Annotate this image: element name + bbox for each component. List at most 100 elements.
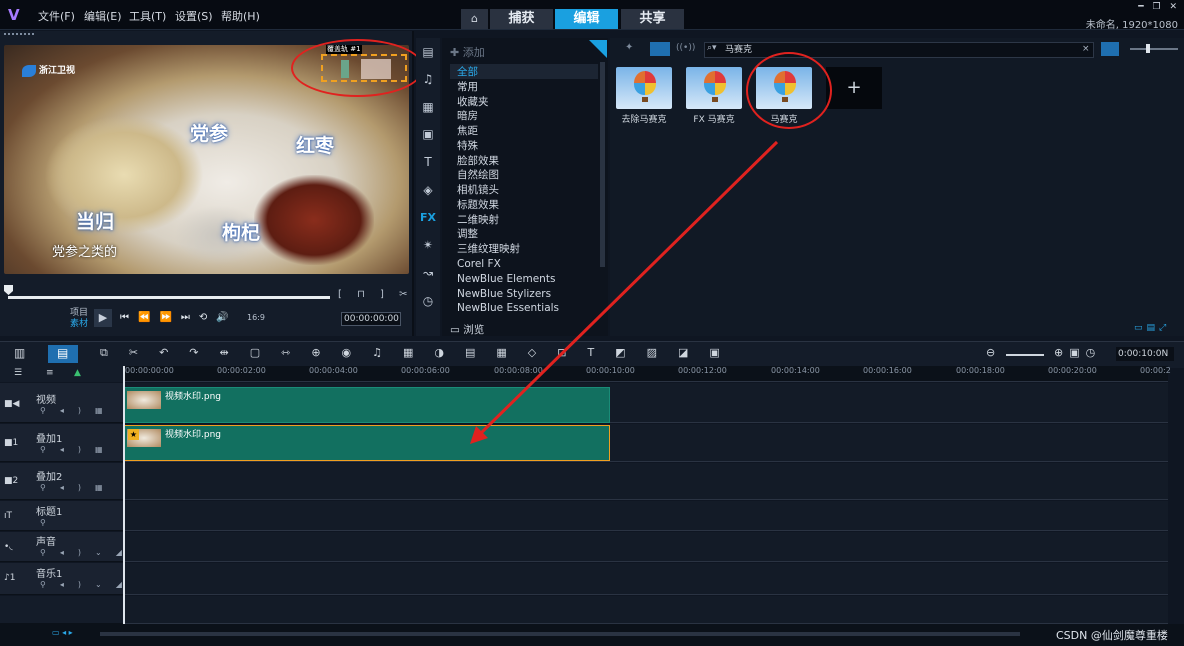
mode-switch[interactable]: 项目 素材 [70, 308, 88, 330]
category-item[interactable]: NewBlue Essentials [457, 301, 559, 315]
audio-filter-toggle[interactable]: ((•)) [676, 43, 695, 53]
timeline-tools[interactable]: ⧉✂↶↷⇹▢⇿⊕◉♫▦◑▤▦◇⊡T◩▨◪▣ [100, 346, 741, 360]
track-controls[interactable]: ⚲◂)⌄◢ [40, 580, 136, 589]
tab-share[interactable]: 共享 [621, 9, 684, 29]
track-lane-voice[interactable] [123, 532, 1168, 562]
view-mode-button[interactable] [1101, 42, 1119, 56]
graphic-icon[interactable]: ◈ [420, 182, 436, 198]
track-header-video[interactable]: ■◀ 视频 ⚲◂)▦ [0, 383, 123, 423]
ruler-tick: 00:00:10:00 [586, 366, 635, 375]
category-item[interactable]: 二维映射 [457, 213, 499, 227]
category-item[interactable]: NewBlue Stylizers [457, 287, 551, 301]
search-input[interactable]: 马赛克 [704, 42, 1094, 58]
clear-search-icon[interactable]: × [1082, 44, 1090, 54]
track-name: 视频 [36, 395, 56, 406]
track-header-music[interactable]: ♪1 音乐1 ⚲◂)⌄◢ [0, 563, 123, 595]
category-item[interactable]: 相机镜头 [457, 183, 499, 197]
track-controls[interactable]: ⚲◂)▦ [40, 483, 117, 492]
tab-edit[interactable]: 编辑 [555, 9, 618, 29]
category-item[interactable]: 自然绘图 [457, 168, 499, 182]
clip-name: 视频水印.png [165, 430, 221, 440]
track-controls[interactable]: ⚲ [40, 518, 60, 527]
menu-file[interactable]: 文件(F) [38, 8, 75, 24]
chapter-icon[interactable]: ≡ [46, 368, 54, 378]
transport-controls[interactable]: ⏮⏪⏩⏭⟲🔊 [120, 312, 238, 323]
video-filter-toggle[interactable] [650, 42, 670, 56]
timeline-ruler[interactable] [123, 366, 1168, 382]
cue-marker-icon[interactable]: ▲ [74, 368, 81, 378]
track-lane-title[interactable] [123, 501, 1168, 531]
zoom-slider[interactable] [1006, 354, 1044, 356]
transition-icon[interactable]: ▦ [420, 99, 436, 115]
menu-settings[interactable]: 设置(S) [175, 8, 213, 24]
category-scrollbar[interactable] [600, 62, 605, 267]
track-controls[interactable]: ⚲◂)⌄◢ [40, 548, 136, 557]
fx-icon[interactable]: FX [420, 210, 436, 226]
track-header-overlay2[interactable]: ■2 叠加2 ⚲◂)▦ [0, 463, 123, 500]
music-icon[interactable]: ♫ [420, 71, 436, 87]
effect-thumbnail[interactable] [616, 67, 672, 109]
effect-thumbnail[interactable] [686, 67, 742, 109]
thumbnail-size-slider[interactable] [1130, 48, 1178, 50]
category-item[interactable]: 焦距 [457, 124, 478, 138]
timecode-input[interactable]: 00:00:00:00 [341, 312, 401, 326]
fit-project-icon[interactable]: ▭ ◂ ▸ [52, 628, 73, 637]
path-icon[interactable]: ↝ [420, 265, 436, 281]
library-filter-icon[interactable]: ✦ [625, 42, 633, 53]
storyboard-view-icon[interactable]: ▥ [14, 346, 25, 360]
template-icon[interactable]: ▣ [420, 126, 436, 142]
library-view-options[interactable]: ▭▤⤢ [1134, 323, 1170, 333]
zoom-out-icon[interactable]: ⊖ [986, 346, 995, 359]
menu-edit[interactable]: 编辑(E) [84, 8, 122, 24]
track-lane-music[interactable] [123, 563, 1168, 595]
track-header-voice[interactable]: •◟ 声音 ⚲◂)⌄◢ [0, 532, 123, 562]
menu-tools[interactable]: 工具(T) [129, 8, 166, 24]
category-item[interactable]: 调整 [457, 227, 478, 241]
track-controls[interactable]: ⚲◂)▦ [40, 445, 117, 454]
aspect-ratio-select[interactable]: 16:9 [247, 313, 265, 322]
window-controls[interactable]: ━ ❐ ✕ [1138, 2, 1180, 12]
track-manager-icon[interactable]: ☰ [14, 368, 22, 378]
timeline-clip[interactable]: 视频水印.png [124, 387, 610, 423]
menu-help[interactable]: 帮助(H) [221, 8, 260, 24]
play-button[interactable]: ▶ [94, 309, 112, 327]
ruler-tick: 00:00:06:00 [401, 366, 450, 375]
project-label[interactable]: 项目 [70, 308, 88, 319]
category-item[interactable]: 特殊 [457, 139, 478, 153]
timeline-horizontal-scrollbar[interactable] [100, 632, 1020, 636]
timeline-clip[interactable]: ★ 视频水印.png [124, 425, 610, 461]
category-item[interactable]: 标题效果 [457, 198, 499, 212]
track-header-title[interactable]: ıT 标题1 ⚲ [0, 501, 123, 531]
tab-capture[interactable]: 捕获 [490, 9, 553, 29]
track-controls[interactable]: ⚲◂)▦ [40, 406, 117, 415]
timeline-vertical-scrollbar[interactable] [1169, 382, 1184, 624]
track-header-overlay1[interactable]: ■1 叠加1 ⚲◂)▦ [0, 424, 123, 462]
category-item[interactable]: Corel FX [457, 257, 501, 271]
thumbnail-size-knob[interactable] [1146, 44, 1150, 53]
home-icon[interactable]: ⌂ [461, 9, 488, 29]
category-item[interactable]: 三维纹理映射 [457, 242, 520, 256]
timeline-playhead[interactable] [123, 366, 125, 624]
category-item[interactable]: NewBlue Elements [457, 272, 555, 286]
timeline-timecode[interactable]: 0:00:10:0N [1116, 347, 1174, 361]
title-icon[interactable]: T [420, 154, 436, 170]
category-item[interactable]: 脸部效果 [457, 154, 499, 168]
clip-label[interactable]: 素材 [70, 319, 88, 329]
ruler-tick: 00:00:20:00 [1048, 366, 1097, 375]
category-item[interactable]: 暗房 [457, 109, 478, 123]
scrubber-bar[interactable] [8, 296, 330, 299]
add-effect-button[interactable]: + [826, 67, 882, 109]
particle-icon[interactable]: ✴ [420, 237, 436, 253]
media-icon[interactable]: ▤ [420, 44, 436, 60]
add-button[interactable]: ✚ 添加 [450, 44, 485, 60]
video-label: 红枣 [296, 135, 335, 157]
category-item[interactable]: 收藏夹 [457, 95, 489, 109]
category-item[interactable]: 全部 [457, 65, 478, 79]
zoom-in-icon[interactable]: ⊕▣◷ [1054, 346, 1101, 359]
speed-icon[interactable]: ◷ [420, 293, 436, 309]
track-lane-overlay2[interactable] [123, 463, 1168, 500]
browse-button[interactable]: ▭ 浏览 [450, 322, 484, 337]
track-name: 叠加2 [36, 472, 63, 483]
panel-grip[interactable] [4, 33, 34, 36]
category-item[interactable]: 常用 [457, 80, 478, 94]
